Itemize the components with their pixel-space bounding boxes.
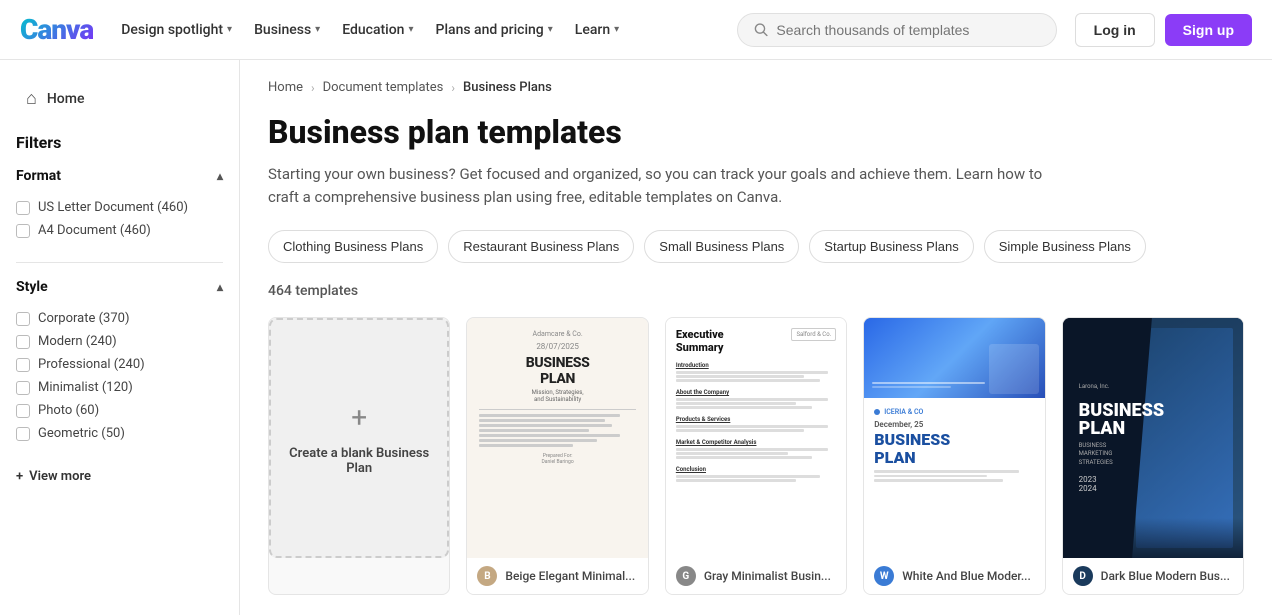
filter-professional[interactable]: Professional (240) bbox=[16, 353, 223, 376]
style-section-header[interactable]: Style ▴ bbox=[16, 279, 223, 295]
tag-startup[interactable]: Startup Business Plans bbox=[809, 230, 973, 263]
chevron-down-icon: ▾ bbox=[315, 24, 320, 35]
nav-education[interactable]: Education ▾ bbox=[332, 16, 423, 44]
sidebar: ⌂ Home Filters Format ▴ US Letter Docume… bbox=[0, 60, 240, 615]
checkbox-geometric[interactable] bbox=[16, 427, 30, 441]
header: Canva Design spotlight ▾ Business ▾ Educ… bbox=[0, 0, 1272, 60]
template-grid: + Create a blank Business Plan Adamcare … bbox=[268, 317, 1244, 595]
search-icon bbox=[754, 22, 769, 38]
chevron-down-icon: ▾ bbox=[548, 24, 553, 35]
breadcrumb-doc-templates[interactable]: Document templates bbox=[323, 80, 444, 95]
filter-modern[interactable]: Modern (240) bbox=[16, 330, 223, 353]
breadcrumb-sep-1: › bbox=[311, 81, 315, 95]
template-name-beige: Beige Elegant Minimal... bbox=[505, 569, 635, 583]
template-label-beige: B Beige Elegant Minimal... bbox=[467, 558, 647, 594]
create-blank-card[interactable]: + Create a blank Business Plan bbox=[268, 317, 450, 595]
plus-icon: + bbox=[351, 401, 367, 434]
nav-business[interactable]: Business ▾ bbox=[244, 16, 330, 44]
tmpl-exec-content: ExecutiveSummary Salford & Co. Introduct… bbox=[666, 318, 846, 558]
template-card-blue[interactable]: ICERIA & CO December, 25 BUSINESSPLAN W … bbox=[863, 317, 1045, 595]
create-blank-inner[interactable]: + Create a blank Business Plan bbox=[269, 318, 449, 558]
filter-section-style: Style ▴ Corporate (370) Modern (240) Pro… bbox=[16, 279, 223, 445]
filters-title: Filters bbox=[16, 133, 223, 152]
filter-geometric[interactable]: Geometric (50) bbox=[16, 422, 223, 445]
home-icon: ⌂ bbox=[26, 88, 37, 109]
template-name-exec: Gray Minimalist Busin... bbox=[704, 569, 831, 583]
tmpl-dark-content: Larona, Inc. BUSINESSPLAN BUSINESSMARKET… bbox=[1063, 318, 1243, 558]
checkbox-professional[interactable] bbox=[16, 358, 30, 372]
checkbox-a4-doc[interactable] bbox=[16, 224, 30, 238]
template-thumbnail-beige: Adamcare & Co. 28/07/2025 BUSINESSPLAN M… bbox=[467, 318, 647, 558]
chevron-down-icon: ▾ bbox=[408, 24, 413, 35]
checkbox-us-letter[interactable] bbox=[16, 201, 30, 215]
search-input[interactable] bbox=[776, 22, 1039, 38]
template-label-blue: W White And Blue Moder... bbox=[864, 558, 1044, 594]
nav-learn[interactable]: Learn ▾ bbox=[565, 16, 629, 44]
checkbox-photo[interactable] bbox=[16, 404, 30, 418]
tag-small-business[interactable]: Small Business Plans bbox=[644, 230, 799, 263]
checkbox-minimalist[interactable] bbox=[16, 381, 30, 395]
main-content: Home › Document templates › Business Pla… bbox=[240, 60, 1272, 615]
template-name-blue: White And Blue Moder... bbox=[902, 569, 1031, 583]
filter-corporate[interactable]: Corporate (370) bbox=[16, 307, 223, 330]
template-icon-exec: G bbox=[676, 566, 696, 586]
template-icon-blue: W bbox=[874, 566, 894, 586]
breadcrumb-current: Business Plans bbox=[463, 80, 552, 95]
view-more-button[interactable]: + View more bbox=[16, 465, 223, 488]
chevron-up-icon: ▴ bbox=[217, 169, 223, 183]
template-thumbnail-dark: Larona, Inc. BUSINESSPLAN BUSINESSMARKET… bbox=[1063, 318, 1243, 558]
template-label-exec: G Gray Minimalist Busin... bbox=[666, 558, 846, 594]
divider bbox=[16, 262, 223, 263]
page-title: Business plan templates bbox=[268, 113, 1244, 151]
template-name-dark: Dark Blue Modern Bus... bbox=[1101, 569, 1230, 583]
checkbox-corporate[interactable] bbox=[16, 312, 30, 326]
template-card-exec[interactable]: ExecutiveSummary Salford & Co. Introduct… bbox=[665, 317, 847, 595]
create-blank-label: Create a blank Business Plan bbox=[271, 446, 447, 476]
tag-filters: Clothing Business Plans Restaurant Busin… bbox=[268, 230, 1244, 263]
template-thumbnail-exec: ExecutiveSummary Salford & Co. Introduct… bbox=[666, 318, 846, 558]
tmpl-beige-content: Adamcare & Co. 28/07/2025 BUSINESSPLAN M… bbox=[467, 318, 647, 558]
template-card-dark[interactable]: Larona, Inc. BUSINESSPLAN BUSINESSMARKET… bbox=[1062, 317, 1244, 595]
tag-clothing[interactable]: Clothing Business Plans bbox=[268, 230, 438, 263]
checkbox-modern[interactable] bbox=[16, 335, 30, 349]
nav-plans-pricing[interactable]: Plans and pricing ▾ bbox=[426, 16, 563, 44]
sidebar-home[interactable]: ⌂ Home bbox=[16, 80, 223, 117]
breadcrumb-home[interactable]: Home bbox=[268, 80, 303, 95]
filter-photo[interactable]: Photo (60) bbox=[16, 399, 223, 422]
filter-a4-doc[interactable]: A4 Document (460) bbox=[16, 219, 223, 242]
signup-button[interactable]: Sign up bbox=[1165, 14, 1252, 46]
template-card-beige[interactable]: Adamcare & Co. 28/07/2025 BUSINESSPLAN M… bbox=[466, 317, 648, 595]
format-section-header[interactable]: Format ▴ bbox=[16, 168, 223, 184]
template-label-dark: D Dark Blue Modern Bus... bbox=[1063, 558, 1243, 594]
filter-minimalist[interactable]: Minimalist (120) bbox=[16, 376, 223, 399]
template-icon-dark: D bbox=[1073, 566, 1093, 586]
filter-us-letter[interactable]: US Letter Document (460) bbox=[16, 196, 223, 219]
nav-design-spotlight[interactable]: Design spotlight ▾ bbox=[111, 16, 242, 44]
tag-simple[interactable]: Simple Business Plans bbox=[984, 230, 1146, 263]
tag-restaurant[interactable]: Restaurant Business Plans bbox=[448, 230, 634, 263]
breadcrumb-sep-2: › bbox=[451, 81, 455, 95]
main-layout: ⌂ Home Filters Format ▴ US Letter Docume… bbox=[0, 60, 1272, 615]
breadcrumb: Home › Document templates › Business Pla… bbox=[268, 80, 1244, 95]
main-nav: Design spotlight ▾ Business ▾ Education … bbox=[111, 16, 730, 44]
template-icon-beige: B bbox=[477, 566, 497, 586]
chevron-down-icon: ▾ bbox=[614, 24, 619, 35]
login-button[interactable]: Log in bbox=[1075, 13, 1155, 47]
template-thumbnail-blue: ICERIA & CO December, 25 BUSINESSPLAN bbox=[864, 318, 1044, 558]
chevron-down-icon: ▾ bbox=[227, 24, 232, 35]
chevron-up-icon: ▴ bbox=[217, 280, 223, 294]
header-actions: Log in Sign up bbox=[1075, 13, 1252, 47]
search-bar bbox=[737, 13, 1057, 47]
page-description: Starting your own business? Get focused … bbox=[268, 163, 1068, 208]
results-count: 464 templates bbox=[268, 283, 1244, 299]
tmpl-blue-content: ICERIA & CO December, 25 BUSINESSPLAN bbox=[864, 318, 1044, 558]
canva-logo[interactable]: Canva bbox=[20, 13, 93, 46]
filter-section-format: Format ▴ US Letter Document (460) A4 Doc… bbox=[16, 168, 223, 242]
